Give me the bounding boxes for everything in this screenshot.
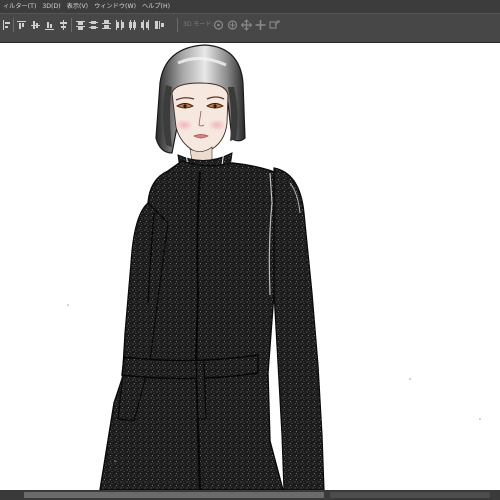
toolbar-separator	[177, 18, 178, 32]
toolbar-separator	[13, 18, 14, 32]
align-bottom-edges-icon[interactable]	[45, 19, 54, 31]
align-top-edges-icon[interactable]	[17, 19, 26, 31]
document-canvas[interactable]	[0, 43, 500, 490]
align-vertical-centers-icon[interactable]	[31, 19, 40, 31]
distribute-hcenter-icon[interactable]	[128, 19, 137, 31]
scrollbar-thumb[interactable]	[24, 492, 324, 498]
distribute-vcenter-icon[interactable]	[89, 19, 98, 31]
3d-scale-icon[interactable]	[269, 19, 280, 31]
distribute-right-icon[interactable]	[141, 19, 150, 31]
3d-roll-icon[interactable]	[227, 19, 238, 31]
menu-item-3[interactable]: ウィンドウ(W)	[91, 0, 139, 13]
toolbar-separator	[71, 18, 72, 32]
options-bar: 3D モード:	[0, 13, 500, 43]
horizontal-scrollbar[interactable]	[0, 490, 500, 500]
3d-rotate-icon[interactable]	[213, 19, 224, 31]
menu-item-1[interactable]: 3D(D)	[39, 0, 63, 13]
distribute-bottom-icon[interactable]	[102, 19, 111, 31]
3d-pan-icon[interactable]	[241, 19, 252, 31]
menu-bar: ィルター(T) 3D(D) 表示(V) ウィンドウ(W) ヘルプ(H)	[0, 0, 500, 13]
menu-item-4[interactable]: ヘルプ(H)	[139, 0, 173, 13]
align-horizontal-centers-icon[interactable]	[59, 19, 68, 31]
scrollbar-track-segment	[330, 492, 490, 498]
distribute-left-icon[interactable]	[115, 19, 124, 31]
align-left-edges-icon[interactable]	[2, 19, 11, 31]
menu-item-0[interactable]: ィルター(T)	[0, 0, 39, 13]
fashion-illustration	[67, 44, 481, 490]
auto-align-icon[interactable]	[155, 19, 165, 31]
3d-slide-icon[interactable]	[255, 19, 266, 31]
mode-3d-label: 3D モード:	[183, 21, 214, 28]
menu-item-2[interactable]: 表示(V)	[64, 0, 91, 13]
distribute-top-icon[interactable]	[76, 19, 85, 31]
